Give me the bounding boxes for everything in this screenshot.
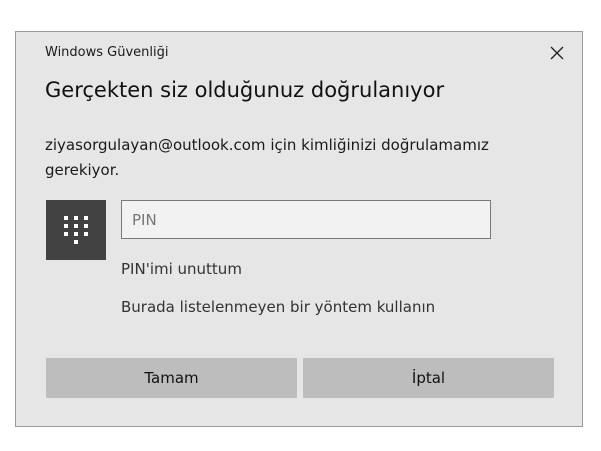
pin-tile [46, 200, 106, 260]
ok-button[interactable]: Tamam [46, 358, 297, 398]
keypad-icon [64, 216, 88, 244]
forgot-pin-link[interactable]: PIN'imi unuttum [121, 260, 242, 278]
security-dialog: Windows Güvenliği Gerçekten siz olduğunu… [15, 31, 583, 427]
dialog-heading: Gerçekten siz olduğunuz doğrulanıyor [45, 78, 445, 102]
close-icon [550, 46, 564, 60]
other-method-link[interactable]: Burada listelenmeyen bir yöntem kullanın [121, 298, 435, 316]
close-button[interactable] [546, 42, 568, 64]
dialog-message: ziyasorgulayan@outlook.com için kimliğin… [45, 136, 489, 179]
window-title: Windows Güvenliği [45, 45, 169, 60]
pin-input[interactable] [121, 200, 491, 239]
cancel-button[interactable]: İptal [303, 358, 554, 398]
